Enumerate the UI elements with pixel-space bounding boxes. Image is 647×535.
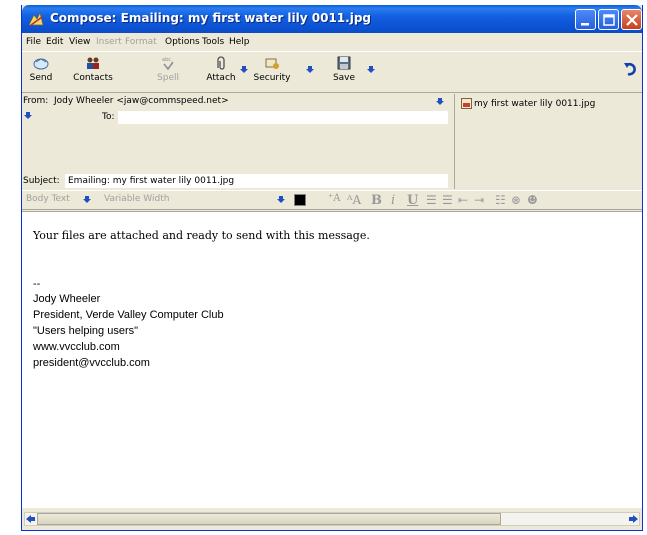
signature-email: president@vvcclub.com xyxy=(33,357,150,369)
svg-text:abc: abc xyxy=(162,57,171,63)
from-value[interactable]: Jody Wheeler <jaw@commspeed.net> xyxy=(54,96,229,106)
window-title: Compose: Emailing: my first water lily 0… xyxy=(50,11,372,25)
text-color-swatch xyxy=(294,194,306,206)
attachment-name: my first water lily 0011.jpg xyxy=(474,99,596,109)
close-icon xyxy=(626,14,638,26)
menu-file[interactable]: File xyxy=(26,37,41,47)
horizontal-scrollbar[interactable] xyxy=(24,512,640,526)
insert-object-icon[interactable]: ⊛ xyxy=(511,193,521,207)
subject-label: Subject: xyxy=(23,176,60,186)
subject-row: Subject: Emailing: my first water lily 0… xyxy=(22,174,448,188)
throbber-icon[interactable] xyxy=(624,61,638,77)
outdent-icon[interactable]: ⇤ xyxy=(458,193,468,207)
security-label: Security xyxy=(253,73,291,83)
to-label: To: xyxy=(102,112,115,122)
security-button[interactable]: Security xyxy=(251,54,293,92)
menu-options[interactable]: Options xyxy=(165,37,200,47)
menu-edit[interactable]: Edit xyxy=(46,37,63,47)
scrollbar-thumb[interactable] xyxy=(37,513,501,525)
contacts-label: Contacts xyxy=(73,73,113,83)
send-label: Send xyxy=(29,73,53,83)
menu-tools[interactable]: Tools xyxy=(202,37,224,47)
attach-dropdown-icon[interactable] xyxy=(240,66,248,74)
menu-view[interactable]: View xyxy=(69,37,90,47)
security-dropdown-icon[interactable] xyxy=(306,66,314,74)
menu-bar: File Edit View Insert Format Options Too… xyxy=(22,34,642,50)
paperclip-icon xyxy=(217,56,225,70)
from-dropdown-icon[interactable] xyxy=(436,98,444,106)
minimize-button[interactable] xyxy=(575,9,596,30)
format-toolbar: Body Text Variable Width ⁺A ᴬA B i U ☰ ☰… xyxy=(22,190,642,210)
scroll-right-icon[interactable] xyxy=(628,514,638,524)
numbered-list-icon[interactable]: ☰ xyxy=(442,193,453,207)
minimize-icon xyxy=(581,23,589,26)
text-color-picker[interactable] xyxy=(288,194,310,208)
bullet-list-icon[interactable]: ☰ xyxy=(426,193,437,207)
title-bar[interactable]: Compose: Emailing: my first water lily 0… xyxy=(22,5,642,33)
bold-icon[interactable]: B xyxy=(371,193,382,208)
signature-title: President, Verde Valley Computer Club xyxy=(33,309,224,321)
contacts-icon xyxy=(87,57,99,69)
spell-button[interactable]: abc Spell xyxy=(153,54,183,92)
insert-smiley-icon[interactable]: ☻ xyxy=(527,193,538,207)
address-panel: From: Jody Wheeler <jaw@commspeed.net> T… xyxy=(22,94,450,189)
recipient-type-dropdown-icon[interactable] xyxy=(24,112,32,120)
save-button[interactable]: Save xyxy=(330,54,358,92)
send-button[interactable]: Send xyxy=(26,54,56,92)
message-body[interactable]: Your files are attached and ready to sen… xyxy=(22,211,642,508)
close-button[interactable] xyxy=(621,9,642,30)
menu-help[interactable]: Help xyxy=(229,37,250,47)
align-icon[interactable]: ☷ xyxy=(495,193,506,207)
italic-icon[interactable]: i xyxy=(391,193,395,208)
from-label: From: xyxy=(23,96,49,106)
font-select[interactable]: Variable Width xyxy=(104,194,169,208)
signature-url: www.vvcclub.com xyxy=(33,341,120,353)
to-input[interactable] xyxy=(118,111,448,124)
attach-button[interactable]: Attach xyxy=(203,54,239,92)
save-dropdown-icon[interactable] xyxy=(367,66,375,74)
attachments-panel: my first water lily 0011.jpg xyxy=(454,94,644,189)
font-dropdown-icon[interactable] xyxy=(277,196,285,204)
spell-label: Spell xyxy=(157,73,179,83)
floppy-disk-icon xyxy=(337,56,351,70)
smaller-font-icon[interactable]: ⁺A xyxy=(328,193,341,204)
maximize-icon xyxy=(603,14,615,26)
underline-icon[interactable]: U xyxy=(407,193,418,208)
from-row[interactable]: From: Jody Wheeler <jaw@commspeed.net> xyxy=(22,95,450,109)
indent-icon[interactable]: ⇥ xyxy=(474,193,484,207)
bottom-bar xyxy=(22,508,642,530)
contacts-button[interactable]: Contacts xyxy=(69,54,117,92)
paragraph-style-dropdown-icon[interactable] xyxy=(83,196,91,204)
attachment-item[interactable]: my first water lily 0011.jpg xyxy=(461,98,595,109)
subject-input[interactable]: Emailing: my first water lily 0011.jpg xyxy=(65,174,448,188)
compose-app-icon xyxy=(28,11,44,26)
signature-motto: "Users helping users" xyxy=(33,325,139,337)
compose-window: Compose: Emailing: my first water lily 0… xyxy=(21,5,643,531)
larger-font-icon[interactable]: ᴬA xyxy=(347,193,361,207)
attach-label: Attach xyxy=(206,73,236,83)
scroll-left-icon[interactable] xyxy=(26,514,36,524)
body-intro: Your files are attached and ready to sen… xyxy=(33,229,370,242)
image-file-icon xyxy=(461,98,472,109)
security-icon xyxy=(265,58,279,69)
save-label: Save xyxy=(332,73,356,83)
menu-insert[interactable]: Insert xyxy=(96,37,122,47)
spell-check-icon: abc xyxy=(162,57,174,70)
send-icon xyxy=(33,58,49,70)
menu-format[interactable]: Format xyxy=(125,37,157,47)
recipient-list: To: xyxy=(22,110,448,172)
signature-name: Jody Wheeler xyxy=(33,293,101,305)
maximize-button[interactable] xyxy=(598,9,619,30)
signature-separator: -- xyxy=(33,278,41,290)
recipient-row: To: xyxy=(22,110,448,124)
paragraph-style-select[interactable]: Body Text xyxy=(26,194,70,208)
main-toolbar: Send Contacts abc Spell Attach Security … xyxy=(22,51,642,93)
message-header: From: Jody Wheeler <jaw@commspeed.net> T… xyxy=(22,94,642,189)
